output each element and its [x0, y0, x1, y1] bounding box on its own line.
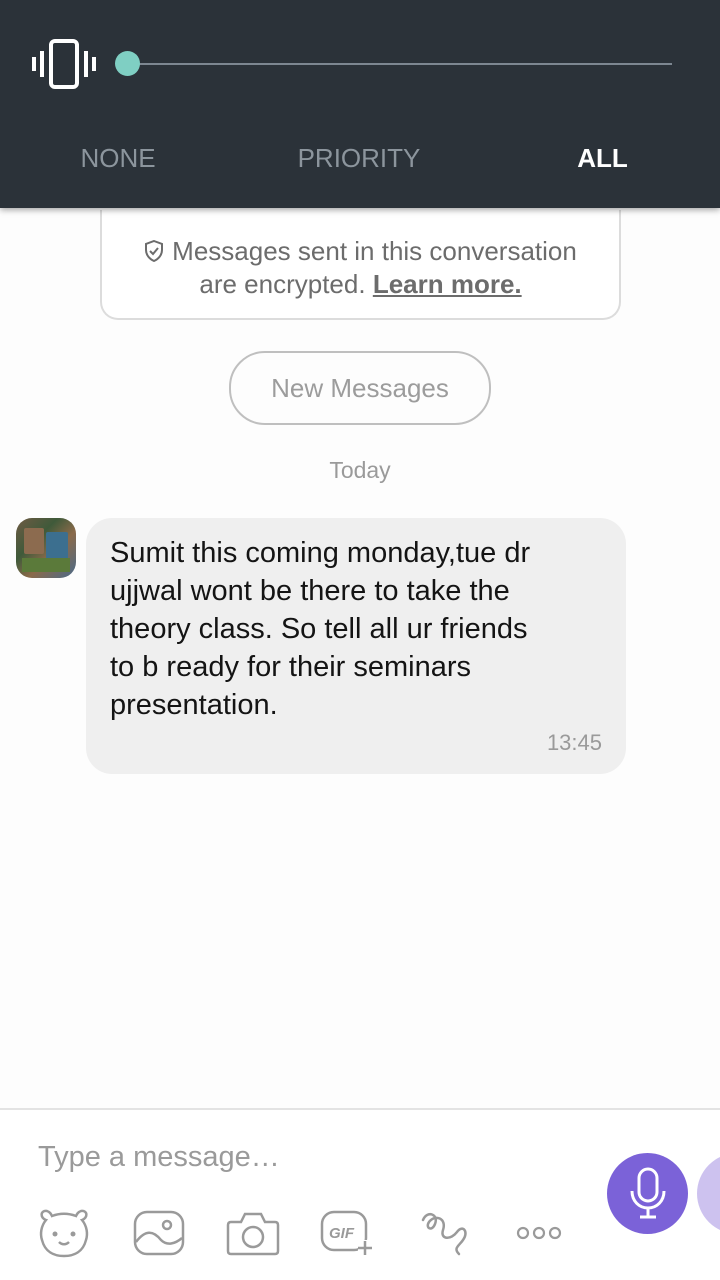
- message-line: to b ready for their seminars: [110, 651, 472, 683]
- volume-slider-thumb[interactable]: [115, 51, 140, 76]
- camera-icon[interactable]: [225, 1208, 281, 1258]
- date-separator: Today: [329, 457, 391, 483]
- more-icon[interactable]: [511, 1208, 567, 1258]
- mode-tab-all[interactable]: ALL: [555, 140, 650, 176]
- encryption-line2: are encrypted. Learn more.: [102, 268, 619, 300]
- gif-icon[interactable]: GIF: [318, 1208, 374, 1258]
- message-timestamp: 13:45: [546, 730, 602, 755]
- avatar[interactable]: [16, 518, 76, 578]
- doodle-icon[interactable]: [417, 1208, 473, 1258]
- encryption-text-line1: Messages sent in this conversation: [172, 236, 577, 266]
- message-line: ujjwal wont be there to take the: [110, 575, 510, 607]
- new-messages-indicator[interactable]: New Messages: [229, 351, 491, 425]
- microphone-icon: [630, 1167, 666, 1219]
- svg-text:GIF: GIF: [329, 1225, 355, 1242]
- message-text: Sumit this coming monday,tue dr ujjwal w…: [110, 534, 590, 724]
- message-line: presentation.: [110, 689, 278, 721]
- vibrate-icon[interactable]: [30, 38, 98, 90]
- volume-slider-track[interactable]: [128, 63, 672, 65]
- chat-screen: NONE PRIORITY ALL Messages sent in this …: [0, 0, 720, 1280]
- message-bubble[interactable]: Sumit this coming monday,tue dr ujjwal w…: [86, 518, 626, 774]
- shield-icon: [145, 240, 164, 262]
- voice-message-button[interactable]: [607, 1153, 688, 1234]
- gallery-icon[interactable]: [131, 1208, 187, 1258]
- encryption-line1: Messages sent in this conversation: [102, 235, 619, 267]
- message-line: Sumit this coming monday,tue dr: [110, 537, 531, 569]
- encryption-notice: Messages sent in this conversation are e…: [100, 210, 621, 320]
- mode-tab-priority[interactable]: PRIORITY: [279, 140, 439, 176]
- learn-more-link[interactable]: Learn more.: [373, 269, 522, 299]
- encryption-text-line2: are encrypted.: [199, 269, 366, 299]
- sticker-icon[interactable]: [36, 1208, 92, 1258]
- volume-panel: NONE PRIORITY ALL: [0, 0, 720, 208]
- message-input[interactable]: [38, 1134, 558, 1180]
- mode-tab-none[interactable]: NONE: [58, 140, 178, 176]
- message-line: theory class. So tell all ur friends: [110, 613, 528, 645]
